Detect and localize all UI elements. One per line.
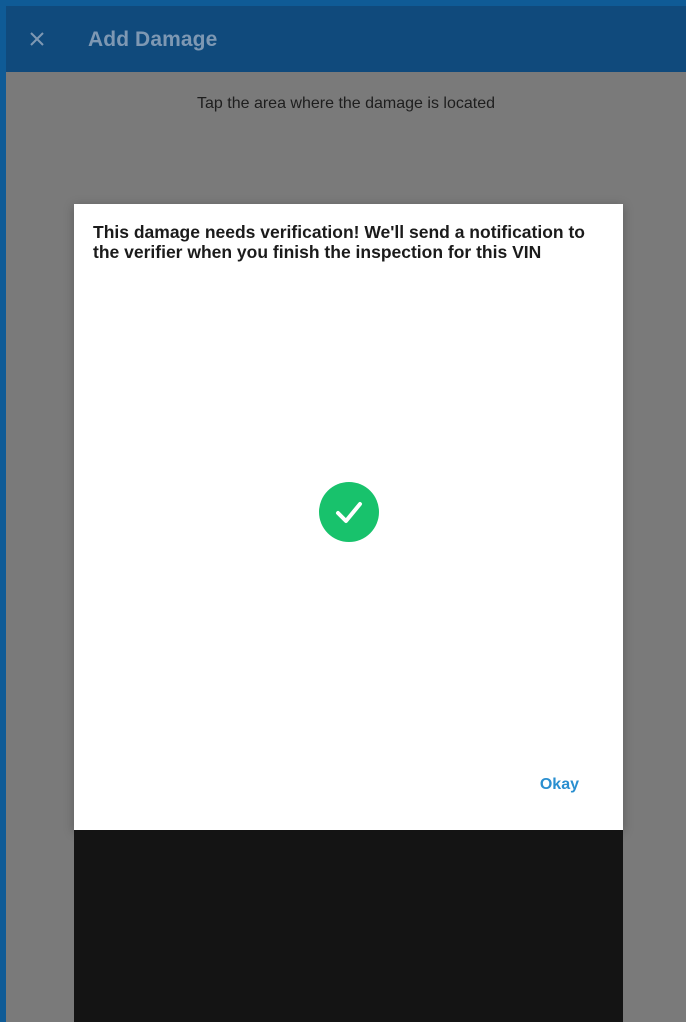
screen: Add Damage Tap the area where the damage… [6,6,686,1022]
instruction-text: Tap the area where the damage is located [197,95,495,112]
check-icon [336,502,362,523]
verification-dialog: This damage needs verification! We'll se… [74,204,623,830]
okay-button[interactable]: Okay [536,774,583,796]
check-circle-icon [319,482,379,542]
app-bar: Add Damage [6,6,686,72]
close-button[interactable] [20,22,54,56]
page-title: Add Damage [88,28,218,51]
camera-preview[interactable] [74,830,623,1022]
close-icon [30,32,44,46]
dialog-message: This damage needs verification! We'll se… [93,222,585,262]
